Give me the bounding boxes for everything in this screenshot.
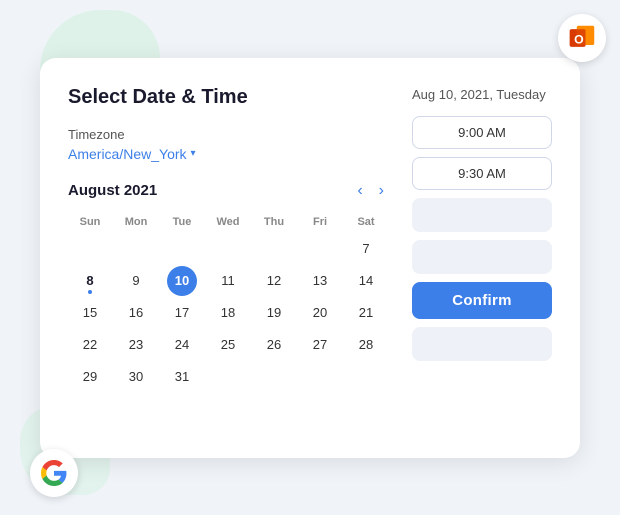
timezone-label: Timezone <box>68 127 388 142</box>
calendar-day-12[interactable]: 12 <box>259 266 289 296</box>
calendar-day-9[interactable]: 9 <box>121 266 151 296</box>
calendar-day-empty <box>259 234 289 264</box>
google-icon <box>30 449 78 497</box>
right-panel: Aug 10, 2021, Tuesday 9:00 AM 9:30 AM Co… <box>412 86 552 430</box>
timezone-selector[interactable]: America/New_York ▾ <box>68 146 388 162</box>
calendar-day-25[interactable]: 25 <box>213 330 243 360</box>
calendar-day-17[interactable]: 17 <box>167 298 197 328</box>
day-name-wed: Wed <box>206 212 250 232</box>
day-name-sat: Sat <box>344 212 388 232</box>
left-panel: Select Date & Time Timezone America/New_… <box>68 86 388 430</box>
timezone-value: America/New_York <box>68 146 187 162</box>
page-title: Select Date & Time <box>68 86 388 109</box>
calendar-day-29[interactable]: 29 <box>75 362 105 392</box>
office-icon: O <box>558 14 606 62</box>
time-slot-930[interactable]: 9:30 AM <box>412 157 552 190</box>
calendar-day-15[interactable]: 15 <box>75 298 105 328</box>
calendar-day-18[interactable]: 18 <box>213 298 243 328</box>
calendar-month-year: August 2021 <box>68 182 157 199</box>
calendar-day-27[interactable]: 27 <box>305 330 335 360</box>
chevron-down-icon: ▾ <box>191 148 196 159</box>
day-name-sun: Sun <box>68 212 112 232</box>
day-name-mon: Mon <box>114 212 158 232</box>
calendar-day-13[interactable]: 13 <box>305 266 335 296</box>
calendar-day-31[interactable]: 31 <box>167 362 197 392</box>
confirm-button[interactable]: Confirm <box>412 282 552 319</box>
calendar-day-22[interactable]: 22 <box>75 330 105 360</box>
calendar-day-empty <box>305 234 335 264</box>
prev-month-button[interactable]: ‹ <box>353 180 366 202</box>
time-slot-placeholder-2 <box>412 240 552 274</box>
time-slot-placeholder-3 <box>412 327 552 361</box>
calendar-day-empty <box>167 234 197 264</box>
day-name-tue: Tue <box>160 212 204 232</box>
main-card: Select Date & Time Timezone America/New_… <box>40 58 580 458</box>
calendar-day-10[interactable]: 10 <box>167 266 197 296</box>
svg-text:O: O <box>574 32 584 46</box>
day-name-fri: Fri <box>298 212 342 232</box>
calendar-day-empty <box>351 362 381 392</box>
calendar-header: August 2021 ‹ › <box>68 180 388 202</box>
calendar-day-11[interactable]: 11 <box>213 266 243 296</box>
calendar-day-empty <box>75 234 105 264</box>
calendar-grid: Sun Mon Tue Wed Thu Fri Sat 7 8 9 10 11 … <box>68 212 388 392</box>
next-month-button[interactable]: › <box>375 180 388 202</box>
time-slot-placeholder-1 <box>412 198 552 232</box>
calendar-day-21[interactable]: 21 <box>351 298 381 328</box>
calendar-day-16[interactable]: 16 <box>121 298 151 328</box>
calendar-day-23[interactable]: 23 <box>121 330 151 360</box>
calendar-day-7[interactable]: 7 <box>351 234 381 264</box>
calendar-day-14[interactable]: 14 <box>351 266 381 296</box>
day-name-thu: Thu <box>252 212 296 232</box>
selected-date-display: Aug 10, 2021, Tuesday <box>412 86 552 104</box>
calendar-day-19[interactable]: 19 <box>259 298 289 328</box>
calendar-day-empty <box>121 234 151 264</box>
calendar-day-empty <box>259 362 289 392</box>
calendar-day-empty <box>305 362 335 392</box>
calendar-day-empty <box>213 362 243 392</box>
calendar-day-empty <box>213 234 243 264</box>
calendar-navigation: ‹ › <box>353 180 388 202</box>
calendar-day-24[interactable]: 24 <box>167 330 197 360</box>
calendar-day-28[interactable]: 28 <box>351 330 381 360</box>
time-slot-900[interactable]: 9:00 AM <box>412 116 552 149</box>
calendar-day-8[interactable]: 8 <box>75 266 105 296</box>
calendar-day-26[interactable]: 26 <box>259 330 289 360</box>
calendar-day-30[interactable]: 30 <box>121 362 151 392</box>
calendar-day-20[interactable]: 20 <box>305 298 335 328</box>
